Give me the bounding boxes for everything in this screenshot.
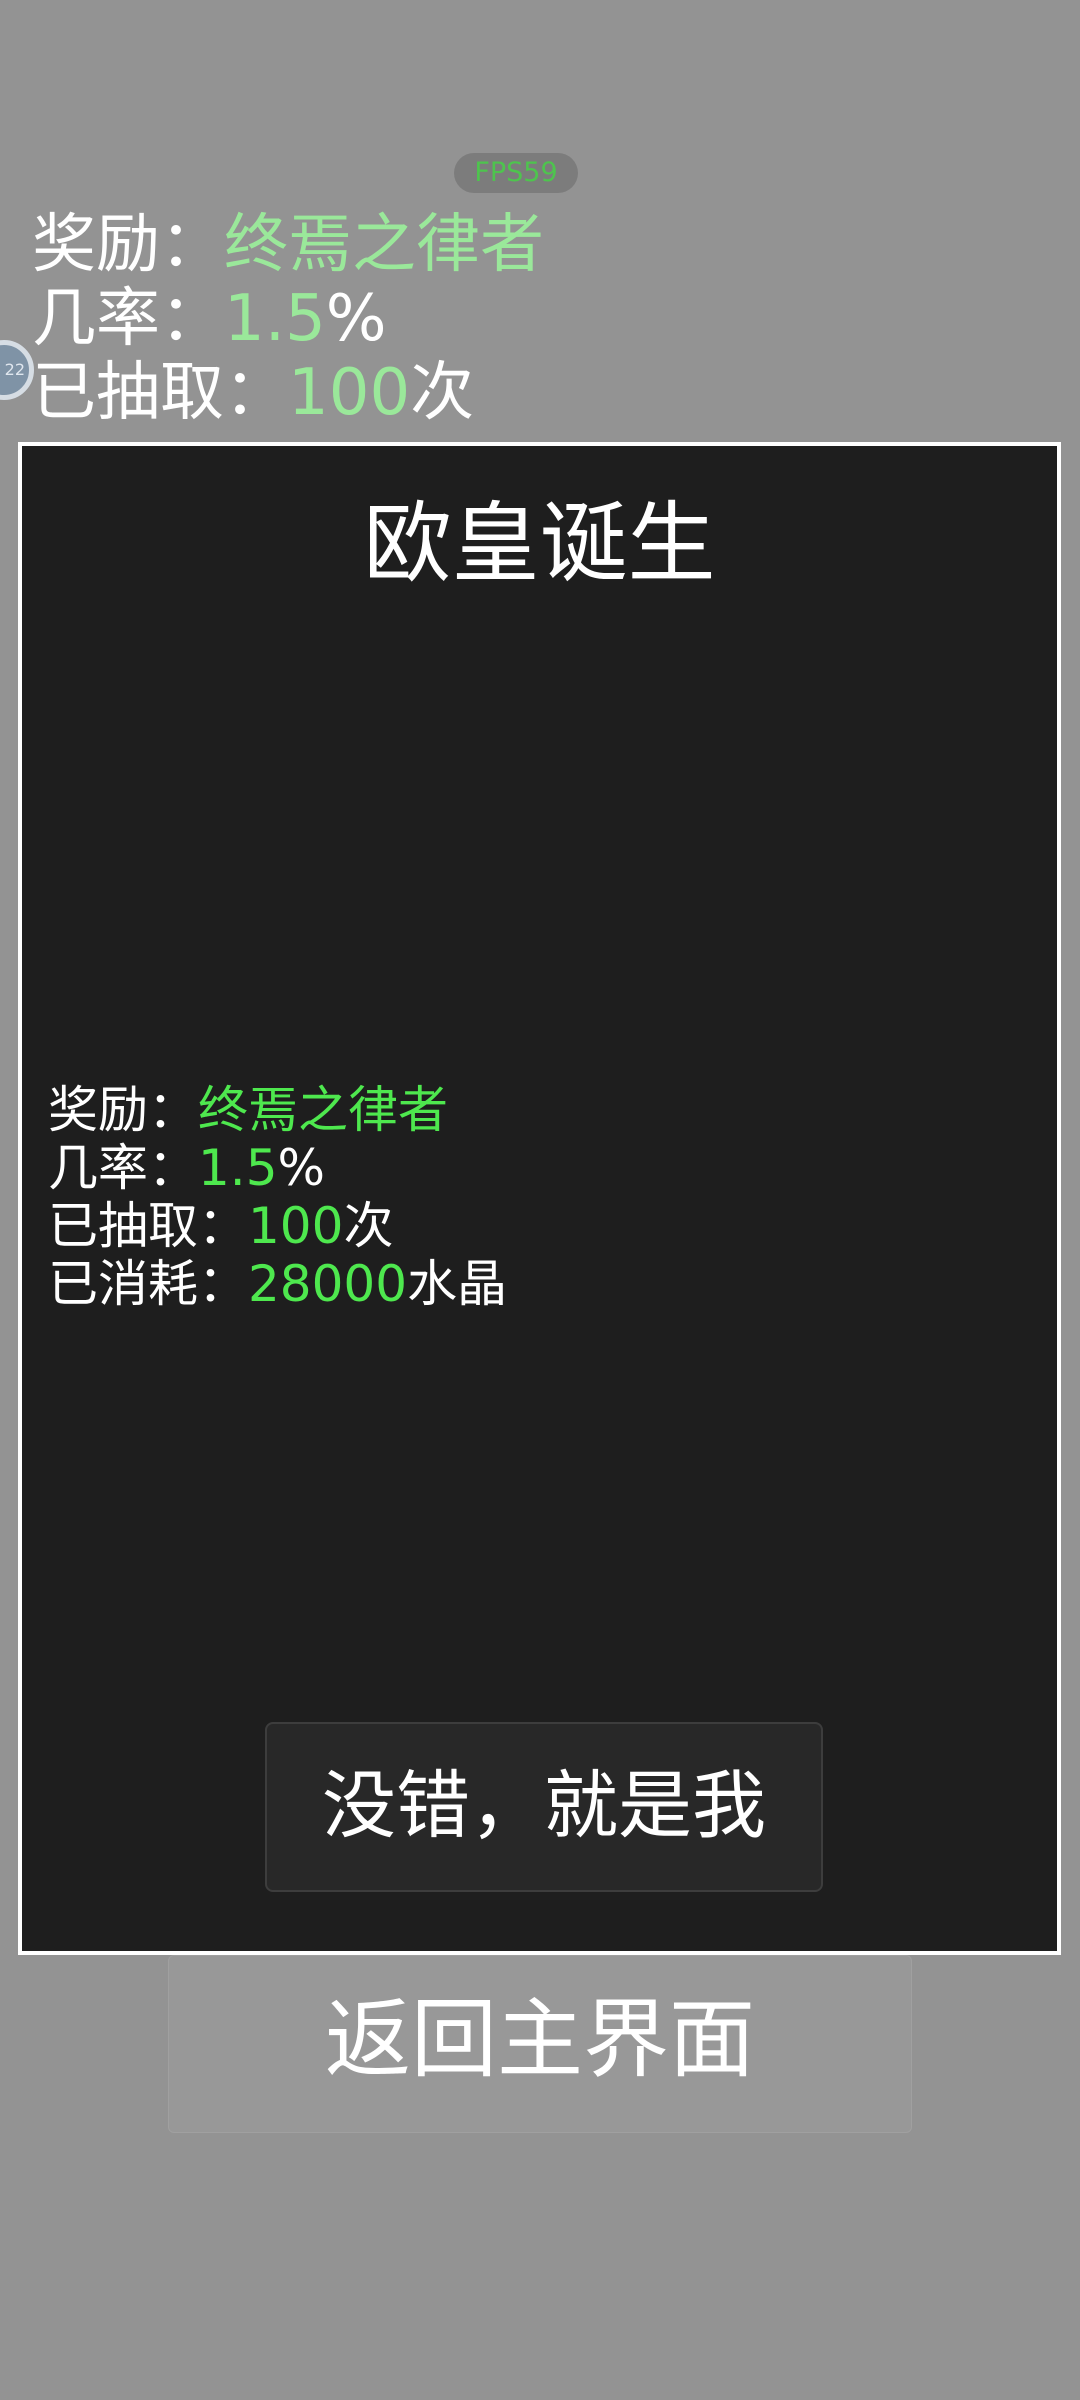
spent-unit: 水晶: [407, 1255, 508, 1313]
bg-chance-unit: %: [325, 282, 387, 356]
chance-unit: %: [277, 1139, 326, 1197]
reward-value: 终焉之律者: [198, 1081, 448, 1139]
floating-ball-icon[interactable]: 22: [0, 340, 34, 400]
return-main-menu-button[interactable]: 返回主界面: [168, 1955, 912, 2133]
bg-chance-value: 1.5: [224, 282, 326, 356]
background-stats: 奖励：终焉之律者 几率：1.5% 已抽取：100次: [32, 208, 544, 430]
result-dialog: 欧皇诞生 奖励：终焉之律者 几率：1.5% 已抽取：100次 已消耗：28000…: [18, 442, 1061, 1955]
bg-chance-line: 几率：1.5%: [32, 282, 544, 356]
spent-value: 28000: [248, 1255, 408, 1313]
dialog-title: 欧皇诞生: [363, 492, 716, 595]
bg-draws-line: 已抽取：100次: [32, 356, 544, 430]
spent-label: 已消耗：: [48, 1255, 248, 1313]
chance-label: 几率：: [48, 1139, 198, 1197]
bg-draws-unit: 次: [410, 356, 475, 430]
bg-reward-label: 奖励：: [32, 208, 224, 282]
bg-chance-label: 几率：: [32, 282, 224, 356]
bg-draws-label: 已抽取：: [32, 356, 288, 430]
dialog-stats: 奖励：终焉之律者 几率：1.5% 已抽取：100次 已消耗：28000水晶: [48, 1081, 507, 1313]
bg-reward-value: 终焉之律者: [224, 208, 544, 282]
fps-counter: FPS59: [454, 153, 578, 193]
reward-line: 奖励：终焉之律者: [48, 1081, 507, 1139]
chance-line: 几率：1.5%: [48, 1139, 507, 1197]
confirm-button[interactable]: 没错，就是我: [265, 1722, 823, 1892]
chance-value: 1.5: [198, 1139, 278, 1197]
draws-value: 100: [248, 1197, 344, 1255]
draws-unit: 次: [343, 1197, 394, 1255]
draws-line: 已抽取：100次: [48, 1197, 507, 1255]
reward-label: 奖励：: [48, 1081, 198, 1139]
floating-ball-text: 22: [4, 360, 25, 379]
spent-line: 已消耗：28000水晶: [48, 1255, 507, 1313]
bg-draws-value: 100: [288, 356, 411, 430]
draws-label: 已抽取：: [48, 1197, 248, 1255]
bg-reward-line: 奖励：终焉之律者: [32, 208, 544, 282]
